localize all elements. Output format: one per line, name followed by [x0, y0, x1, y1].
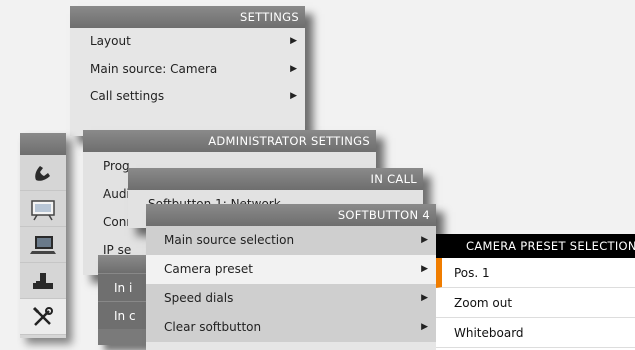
- sidebar-item-camera[interactable]: [20, 263, 66, 299]
- softbutton-panel: SOFTBUTTON 4 Main source selection ▶ Cam…: [146, 204, 436, 350]
- settings-panel: SETTINGS Layout ▶ Main source: Camera ▶ …: [70, 6, 305, 136]
- sidebar-header: [20, 133, 66, 155]
- chevron-right-icon: ▶: [290, 36, 297, 46]
- camera-preset-title: CAMERA PRESET SELECTION: [436, 234, 635, 258]
- camera-preset-item-pos1[interactable]: Pos. 1: [436, 258, 635, 288]
- softbutton-item-speed-dials[interactable]: Speed dials ▶: [146, 284, 436, 313]
- chevron-right-icon: ▶: [421, 235, 428, 245]
- admin-item-label: Audi: [103, 187, 130, 201]
- chevron-right-icon: ▶: [421, 293, 428, 303]
- in-call-title: IN CALL: [128, 168, 423, 190]
- camera-preset-item-zoom-out[interactable]: Zoom out: [436, 288, 635, 318]
- softbutton-title: SOFTBUTTON 4: [146, 204, 436, 226]
- sidebar-item-laptop[interactable]: [20, 227, 66, 263]
- phone-icon: [35, 165, 50, 181]
- camera-preset-panel: CAMERA PRESET SELECTION Pos. 1 Zoom out …: [436, 234, 635, 350]
- chevron-right-icon: ▶: [421, 264, 428, 274]
- camera-preset-item-whiteboard[interactable]: Whiteboard: [436, 318, 635, 348]
- tools-icon: [32, 306, 53, 326]
- settings-item-call-settings[interactable]: Call settings ▶: [70, 83, 305, 111]
- sidebar: [20, 133, 66, 338]
- camera-icon: [33, 272, 53, 289]
- settings-item-main-source[interactable]: Main source: Camera ▶: [70, 56, 305, 84]
- softbutton-item-label: Main source selection: [164, 233, 295, 247]
- admin-item-label: Prog: [103, 159, 130, 173]
- camera-preset-item-label: Whiteboard: [454, 326, 524, 340]
- inner-item-label: In i: [114, 281, 133, 295]
- inner-item-label: In c: [114, 309, 136, 323]
- chevron-right-icon: ▶: [421, 322, 428, 332]
- settings-item-label: Layout: [90, 34, 131, 48]
- sidebar-item-call[interactable]: [20, 155, 66, 191]
- softbutton-item-label: Clear softbutton: [164, 320, 262, 334]
- settings-title: SETTINGS: [70, 6, 305, 28]
- sidebar-item-presentation[interactable]: [20, 191, 66, 227]
- softbutton-item-label: Camera preset: [164, 262, 253, 276]
- admin-settings-title: ADMINISTRATOR SETTINGS: [83, 130, 376, 152]
- settings-item-label: Call settings: [90, 89, 165, 103]
- chevron-right-icon: ▶: [290, 91, 297, 101]
- sidebar-item-tools[interactable]: [20, 299, 66, 335]
- presentation-icon: [31, 199, 55, 220]
- settings-item-layout[interactable]: Layout ▶: [70, 28, 305, 56]
- settings-item-label: Main source: Camera: [90, 61, 218, 76]
- softbutton-item-main-source[interactable]: Main source selection ▶: [146, 226, 436, 255]
- softbutton-item-clear[interactable]: Clear softbutton ▶: [146, 313, 436, 342]
- camera-preset-item-label: Zoom out: [454, 296, 513, 310]
- softbutton-item-camera-preset[interactable]: Camera preset ▶: [146, 255, 436, 284]
- softbutton-item-label: Speed dials: [164, 291, 234, 305]
- laptop-icon: [30, 235, 56, 254]
- chevron-right-icon: ▶: [290, 63, 297, 74]
- camera-preset-item-label: Pos. 1: [454, 266, 490, 280]
